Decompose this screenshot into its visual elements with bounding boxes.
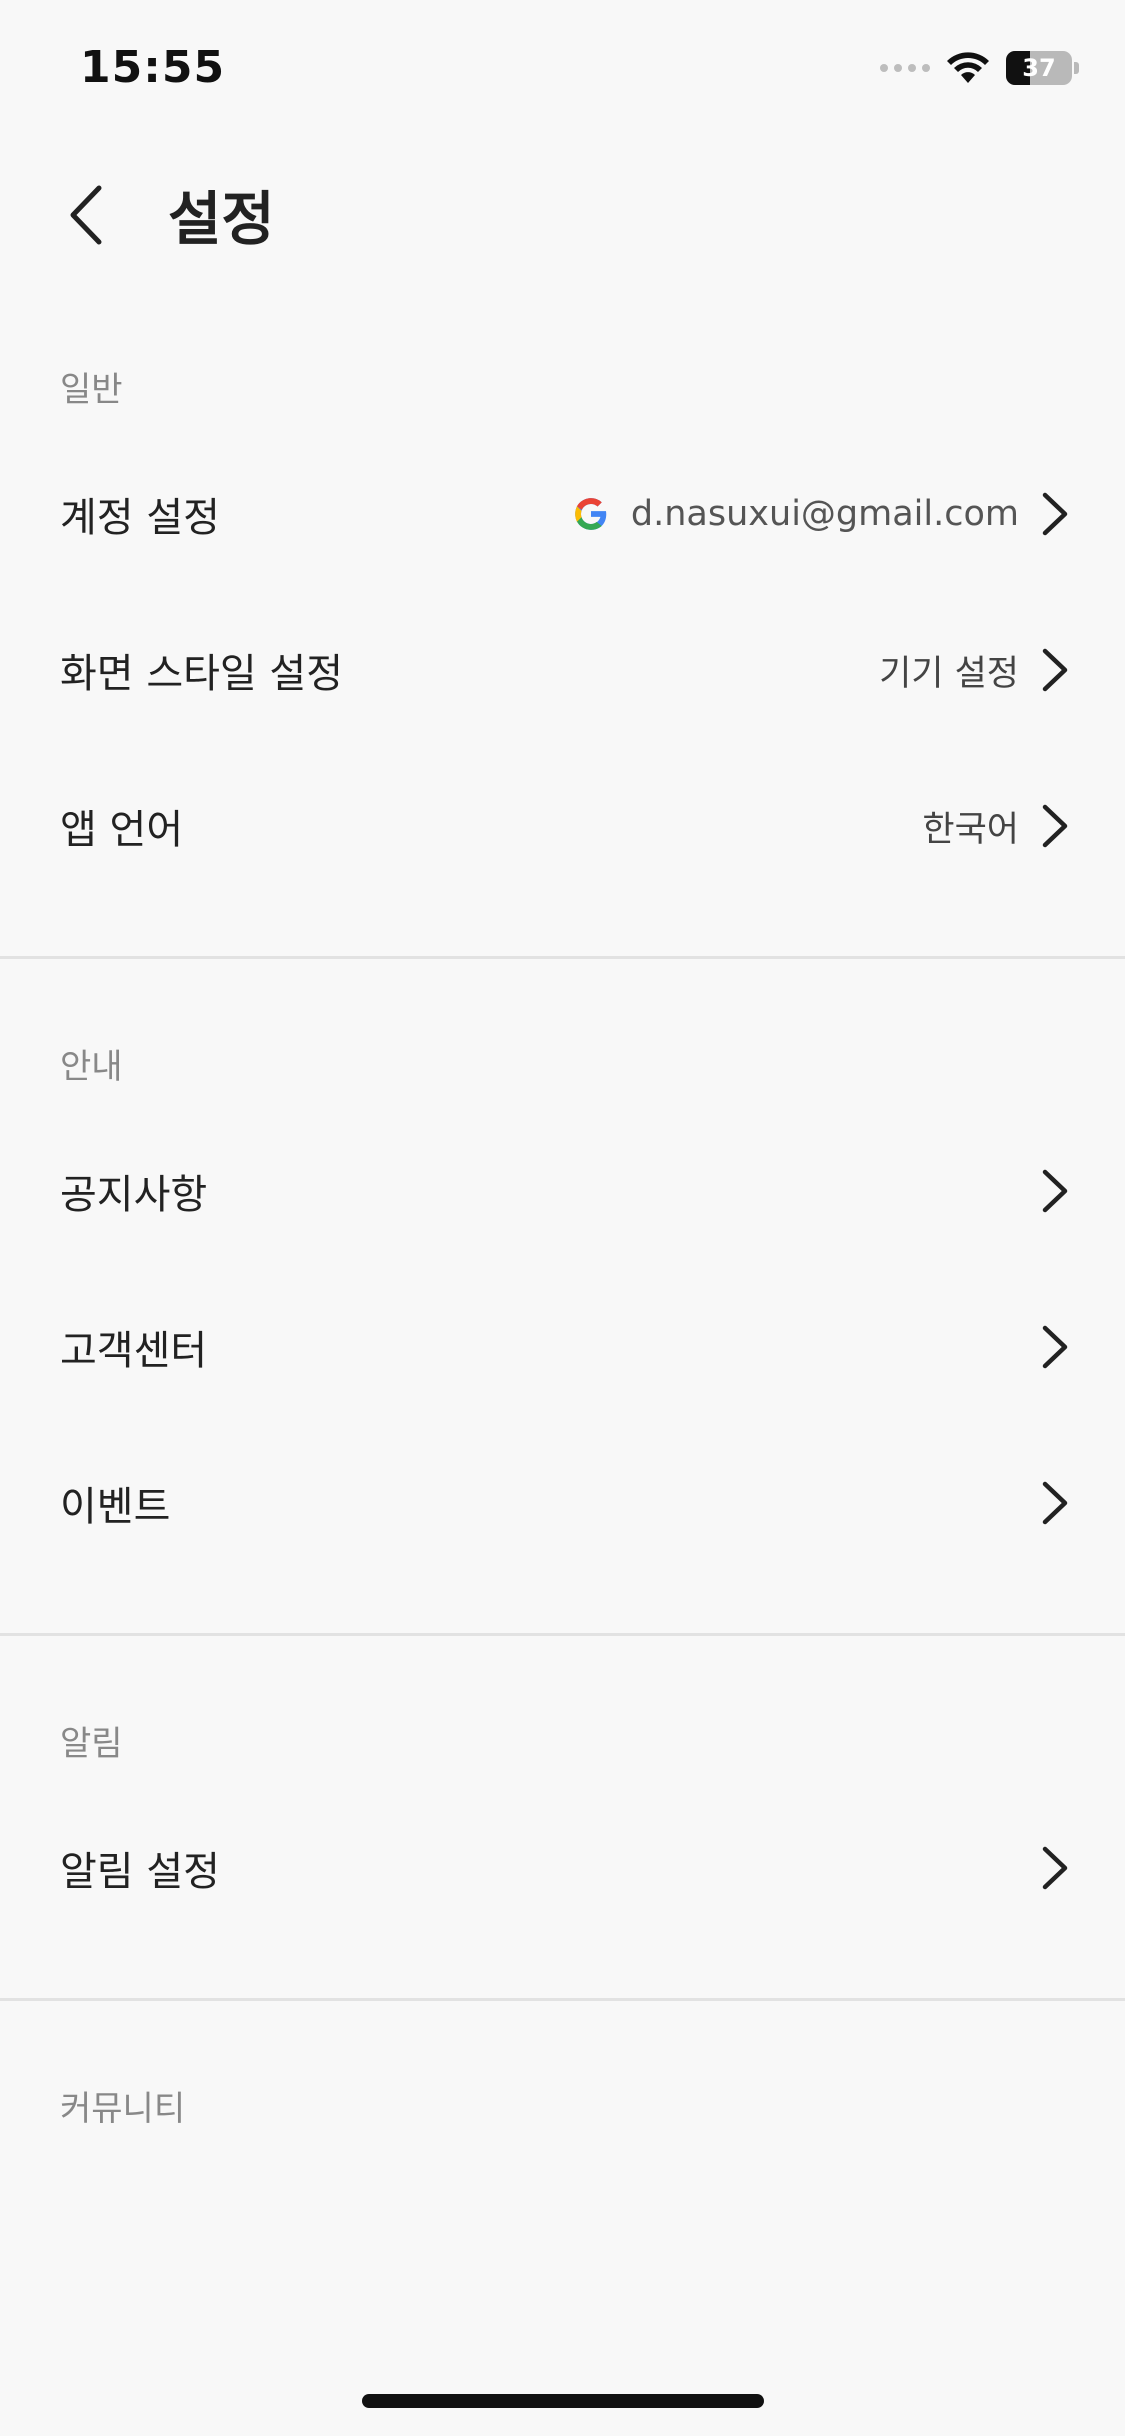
app-language-row[interactable]: 앱 언어 한국어 [0, 748, 1125, 904]
battery-level-label: 37 [1022, 54, 1056, 82]
chevron-right-icon [1042, 1481, 1068, 1525]
chevron-right-icon [1042, 492, 1068, 536]
chevron-right-icon [1042, 1325, 1068, 1369]
section-notifications: 알림 알림 설정 [0, 1636, 1125, 1998]
chevron-right-icon [1042, 1846, 1068, 1890]
status-icons: 37 [880, 48, 1079, 88]
event-label: 이벤트 [60, 1484, 171, 1530]
settings-list: 일반 계정 설정 d.nasuxui@gmail.com 화면 스타일 설정 기… [0, 340, 1125, 2155]
home-indicator[interactable] [362, 2394, 764, 2408]
chevron-left-icon [70, 185, 102, 245]
account-settings-row[interactable]: 계정 설정 d.nasuxui@gmail.com [0, 436, 1125, 592]
notice-row[interactable]: 공지사항 [0, 1113, 1125, 1269]
section-info: 안내 공지사항 고객센터 이벤트 [0, 959, 1125, 1633]
back-button[interactable] [50, 180, 120, 250]
battery-icon: 37 [1006, 51, 1072, 85]
google-icon [575, 498, 608, 530]
customer-center-row[interactable]: 고객센터 [0, 1269, 1125, 1425]
settings-screen: 15:55 37 설정 일반 계정 설정 d.nasuxui@gmail.com… [0, 0, 1125, 2436]
signal-dots-icon [880, 64, 930, 72]
account-email: d.nasuxui@gmail.com [630, 494, 1019, 534]
chevron-right-icon [1042, 804, 1068, 848]
customer-center-label: 고객센터 [60, 1328, 208, 1374]
status-time: 15:55 [80, 42, 226, 93]
page-title: 설정 [168, 185, 275, 253]
section-title-notifications: 알림 [60, 1724, 123, 1764]
notification-settings-label: 알림 설정 [60, 1849, 220, 1895]
wifi-icon [947, 52, 989, 83]
section-community: 커뮤니티 [0, 2001, 1125, 2155]
notification-settings-row[interactable]: 알림 설정 [0, 1790, 1125, 1946]
section-title-community: 커뮤니티 [60, 2089, 186, 2129]
notice-label: 공지사항 [60, 1172, 208, 1218]
section-general: 일반 계정 설정 d.nasuxui@gmail.com 화면 스타일 설정 기… [0, 340, 1125, 956]
app-language-label: 앱 언어 [60, 807, 184, 853]
section-title-info: 안내 [60, 1047, 123, 1087]
display-style-value: 기기 설정 [879, 653, 1019, 694]
display-style-label: 화면 스타일 설정 [60, 651, 344, 697]
display-style-row[interactable]: 화면 스타일 설정 기기 설정 [0, 592, 1125, 748]
account-settings-label: 계정 설정 [60, 495, 220, 541]
status-bar: 15:55 37 [0, 0, 1125, 140]
header: 설정 [0, 160, 1125, 270]
chevron-right-icon [1042, 1169, 1068, 1213]
event-row[interactable]: 이벤트 [0, 1425, 1125, 1581]
section-title-general: 일반 [60, 370, 123, 410]
app-language-value: 한국어 [922, 809, 1019, 850]
chevron-right-icon [1042, 648, 1068, 692]
